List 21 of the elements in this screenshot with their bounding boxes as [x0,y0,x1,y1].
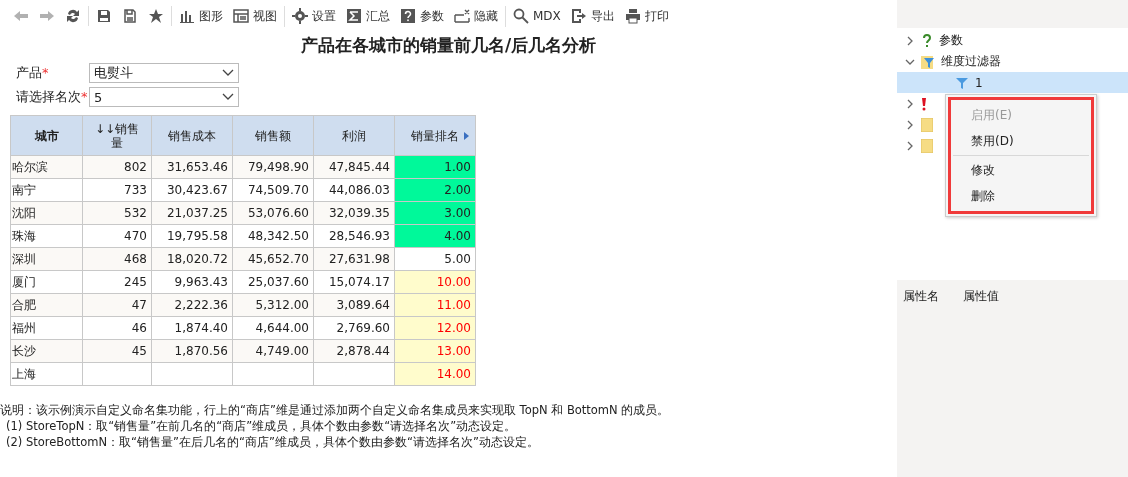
table-cell: 深圳 [10,247,83,271]
property-header: 属性值 [963,288,999,305]
table-cell: 合肥 [10,293,83,317]
table-cell: 沈阳 [10,201,83,225]
note-text: (1) StoreTopN：取“销售量”在前几名的“商店”维成员，具体个数由参数“请选择名次”动态设定。 [5,418,518,434]
table-cell: 长沙 [10,339,83,363]
report-title: 产品在各城市的销量前几名/后几名分析 [299,34,598,57]
property-header: 属性名 [903,288,939,305]
tree-label: 参数 [939,32,963,49]
table-cell: 厦门 [10,270,83,294]
table-cell: 南宁 [10,178,83,202]
tree-label: 1 [975,75,983,90]
table-cell: 福州 [10,316,83,340]
note-text: (2) StoreBottomN：取“销售量”在后几名的“商店”维成员，具体个数由参数“请选择名次”动态设定。 [5,434,540,450]
table-cell: 哈尔滨 [10,155,83,179]
param-label: 请选择名次* [16,88,89,106]
param-label: 产品* [16,64,50,82]
table-cell: 上海 [10,362,83,386]
table-cell: 珠海 [10,224,83,248]
tree-label: 维度过滤器 [941,53,1001,70]
note-text: 说明：该示例演示自定义命名集功能，行上的“商店”维是通过添加两个自定义命名集成员来实现取 TopN 和 BottomN 的成员。 [0,402,671,418]
